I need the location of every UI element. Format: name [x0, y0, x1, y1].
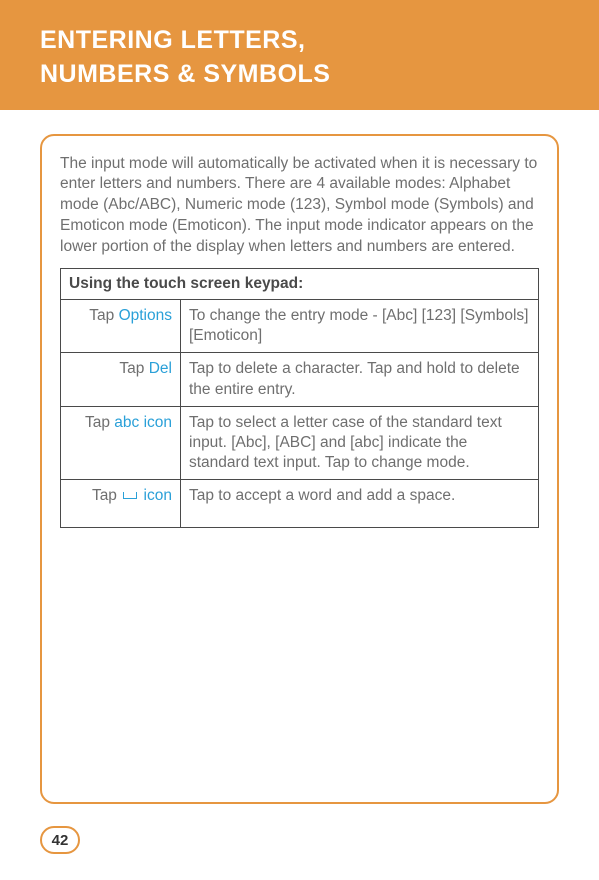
page-number: 42	[52, 832, 69, 849]
keypad-table: Using the touch screen keypad: Tap Optio…	[60, 268, 539, 528]
intro-paragraph: The input mode will automatically be act…	[60, 154, 539, 259]
tap-keyword: abc icon	[114, 414, 172, 431]
page: ENTERING LETTERS, NUMBERS & SYMBOLS The …	[0, 0, 599, 880]
content-frame: The input mode will automatically be act…	[40, 134, 559, 804]
tap-suffix: icon	[139, 487, 172, 504]
table-row: Tap Del Tap to delete a character. Tap a…	[61, 353, 539, 406]
tap-cell: Tap Del	[61, 353, 181, 406]
tap-prefix: Tap	[85, 414, 114, 431]
tap-prefix: Tap	[92, 487, 121, 504]
space-icon-wrap	[121, 487, 139, 504]
table-heading: Using the touch screen keypad:	[61, 269, 539, 300]
tap-keyword: Options	[119, 307, 172, 324]
tap-prefix: Tap	[89, 307, 118, 324]
desc-cell: Tap to accept a word and add a space.	[181, 480, 539, 528]
table-row: Tap icon Tap to accept a word and add a …	[61, 480, 539, 528]
tap-cell: Tap Options	[61, 300, 181, 353]
page-title: ENTERING LETTERS, NUMBERS & SYMBOLS	[40, 24, 559, 92]
table-row: Tap abc icon Tap to select a letter case…	[61, 406, 539, 479]
table-header-row: Using the touch screen keypad:	[61, 269, 539, 300]
tap-keyword: Del	[149, 360, 172, 377]
page-number-badge: 42	[40, 826, 80, 854]
desc-cell: Tap to select a letter case of the stand…	[181, 406, 539, 479]
table-row: Tap Options To change the entry mode - […	[61, 300, 539, 353]
tap-cell: Tap abc icon	[61, 406, 181, 479]
space-icon	[123, 492, 137, 499]
title-line1: ENTERING LETTERS,	[40, 26, 305, 54]
header-bar: ENTERING LETTERS, NUMBERS & SYMBOLS	[0, 0, 599, 110]
desc-cell: To change the entry mode - [Abc] [123] […	[181, 300, 539, 353]
title-line2: NUMBERS & SYMBOLS	[40, 60, 330, 88]
tap-prefix: Tap	[119, 360, 148, 377]
tap-cell: Tap icon	[61, 480, 181, 528]
desc-cell: Tap to delete a character. Tap and hold …	[181, 353, 539, 406]
